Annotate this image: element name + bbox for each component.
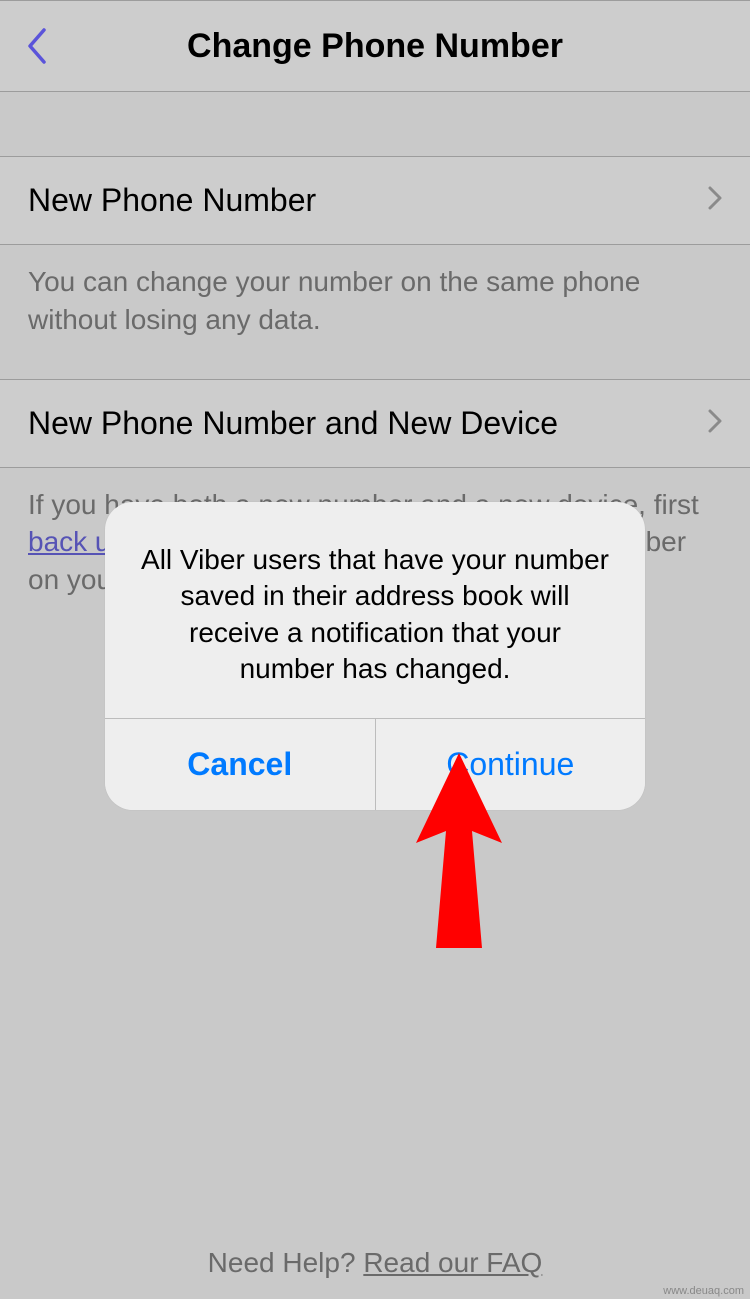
arrow-annotation-icon [414, 753, 504, 948]
alert-dialog: All Viber users that have your number sa… [105, 502, 645, 810]
alert-message: All Viber users that have your number sa… [139, 542, 611, 688]
alert-button-row: Cancel Continue [105, 718, 645, 810]
screen: Change Phone Number New Phone Number You… [0, 0, 750, 1299]
alert-body: All Viber users that have your number sa… [105, 502, 645, 718]
cancel-button[interactable]: Cancel [105, 719, 376, 810]
modal-overlay: All Viber users that have your number sa… [0, 0, 750, 1299]
